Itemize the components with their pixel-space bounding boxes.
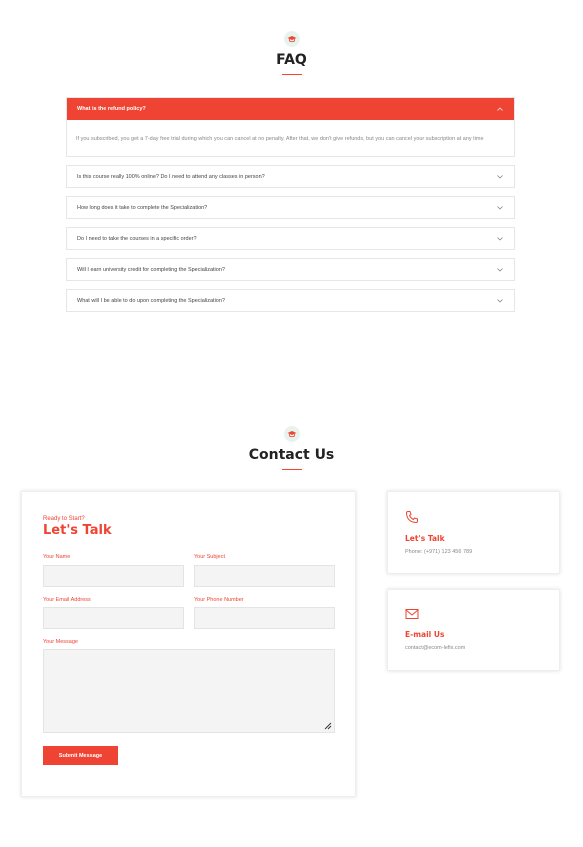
faq-question-text: How long does it take to complete the Sp…	[77, 204, 208, 211]
name-input[interactable]	[43, 565, 184, 587]
faq-item: What is the refund policy? If you subscr…	[66, 97, 515, 157]
faq-question-toggle[interactable]: Do I need to take the courses in a speci…	[67, 228, 514, 249]
faq-question-toggle[interactable]: How long does it take to complete the Sp…	[67, 197, 514, 218]
title-divider	[281, 469, 302, 470]
faq-item: Is this course really 100% online? Do I …	[66, 165, 515, 188]
chevron-up-icon	[496, 105, 504, 113]
graduation-cap-icon	[283, 31, 300, 47]
chevron-down-icon	[496, 235, 504, 243]
chevron-down-icon	[496, 297, 504, 305]
submit-message-button[interactable]: Submit Message	[43, 746, 118, 765]
graduation-cap-icon	[283, 426, 300, 442]
faq-answer: If you subscribed, you get a 7-day free …	[76, 136, 484, 142]
faq-item: Will I earn university credit for comple…	[66, 258, 515, 281]
message-textarea[interactable]	[43, 649, 335, 733]
email-label: Your Email Address	[43, 597, 91, 603]
email-address: contact@ecom-lefix.com	[405, 645, 466, 651]
email-card-title: E-mail Us	[405, 630, 445, 639]
chevron-down-icon	[496, 204, 504, 212]
phone-number: Phone: (+971) 123 456 789	[405, 549, 473, 555]
email-info-card: E-mail Us contact@ecom-lefix.com	[387, 589, 560, 671]
faq-question-text: Do I need to take the courses in a speci…	[77, 235, 197, 242]
name-label: Your Name	[43, 554, 71, 560]
faq-question-text: Will I earn university credit for comple…	[77, 266, 225, 273]
faq-question-toggle[interactable]: Is this course really 100% online? Do I …	[67, 166, 514, 187]
faq-item: What will I be able to do upon completin…	[66, 289, 515, 312]
faq-question-text: Is this course really 100% online? Do I …	[77, 173, 265, 180]
title-divider	[281, 74, 302, 75]
faq-question-text: What will I be able to do upon completin…	[77, 297, 225, 304]
contact-form-card: Ready to Start? Let's Talk Your Name You…	[21, 491, 356, 797]
faq-question-toggle[interactable]: Will I earn university credit for comple…	[67, 259, 514, 280]
faq-question-text: What is the refund policy?	[77, 106, 146, 112]
phone-card-title: Let's Talk	[405, 534, 445, 543]
faq-title: FAQ	[276, 52, 307, 68]
faq-header: FAQ	[0, 31, 583, 75]
subject-input[interactable]	[194, 565, 335, 587]
contact-header: Contact Us	[0, 426, 583, 470]
faq-accordion: What is the refund policy? If you subscr…	[66, 97, 515, 320]
faq-question-toggle[interactable]: What is the refund policy?	[67, 98, 514, 120]
contact-title: Contact Us	[248, 447, 335, 463]
faq-question-toggle[interactable]: What will I be able to do upon completin…	[67, 290, 514, 311]
phone-info-card: Let's Talk Phone: (+971) 123 456 789	[387, 491, 560, 574]
resize-handle-icon[interactable]	[324, 722, 332, 730]
phone-icon	[405, 510, 419, 524]
phone-input[interactable]	[194, 607, 335, 629]
subject-label: Your Subject	[194, 554, 225, 560]
faq-item: Do I need to take the courses in a speci…	[66, 227, 515, 250]
phone-label: Your Phone Number	[194, 597, 244, 603]
mail-icon	[405, 607, 419, 621]
form-kicker: Ready to Start?	[43, 516, 85, 522]
chevron-down-icon	[496, 173, 504, 181]
message-label: Your Message	[43, 639, 78, 645]
chevron-down-icon	[496, 266, 504, 274]
form-heading: Let's Talk	[43, 523, 112, 538]
faq-item: How long does it take to complete the Sp…	[66, 196, 515, 219]
email-input[interactable]	[43, 607, 184, 629]
